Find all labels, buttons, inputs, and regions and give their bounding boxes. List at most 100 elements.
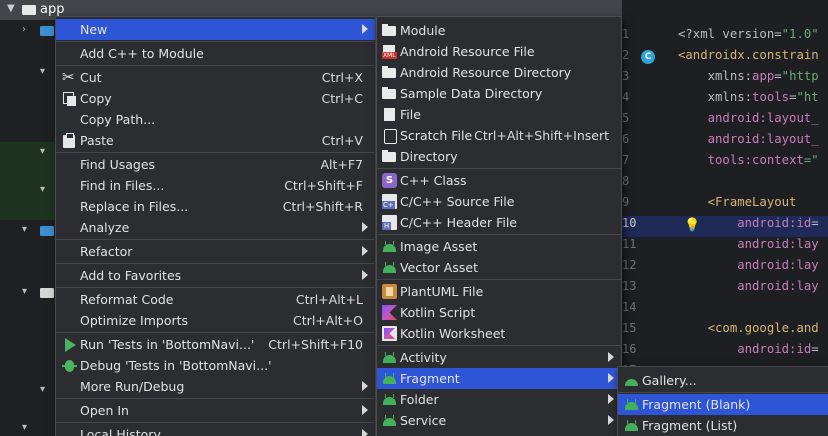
code-token: <com.google.and bbox=[678, 321, 819, 335]
menu-item-label: Fragment (List) bbox=[642, 418, 738, 433]
file-icon bbox=[382, 107, 397, 122]
menu-item-label: Find in Files... bbox=[80, 178, 165, 193]
menu-item-open-in[interactable]: Open In bbox=[56, 400, 375, 421]
expand-arrow-icon[interactable]: ▾ bbox=[40, 384, 45, 395]
menu-item-folder[interactable]: Folder bbox=[377, 389, 621, 410]
menu-item-paste[interactable]: Paste Ctrl+V bbox=[56, 130, 375, 151]
menu-item-cut[interactable]: ✂ Cut Ctrl+X bbox=[56, 67, 375, 88]
expand-arrow-icon[interactable]: ▾ bbox=[22, 224, 27, 235]
line-number: 1 bbox=[622, 27, 630, 41]
collapse-arrow-icon[interactable]: › bbox=[22, 24, 26, 35]
menu-item-analyze[interactable]: Analyze bbox=[56, 217, 375, 238]
gallery-icon bbox=[624, 373, 639, 388]
menu-item-activity[interactable]: Activity bbox=[377, 347, 621, 368]
menu-item-fragment[interactable]: Fragment bbox=[377, 368, 621, 389]
menu-item-run-tests[interactable]: Run 'Tests in 'BottomNavi...' Ctrl+Shift+… bbox=[56, 334, 375, 355]
expand-arrow-icon[interactable]: ▾ bbox=[22, 286, 27, 297]
code-token: tools: bbox=[678, 153, 753, 167]
menu-item-ui-component[interactable]: UI Component bbox=[377, 431, 621, 436]
menu-item-label: Image Asset bbox=[400, 239, 478, 254]
code-token: <androidx.constrain bbox=[678, 48, 819, 62]
module-folder-icon bbox=[22, 5, 36, 15]
menu-item-directory[interactable]: Directory bbox=[377, 146, 621, 167]
menu-item-replace-in-files[interactable]: Replace in Files... Ctrl+Shift+R bbox=[56, 196, 375, 217]
cut-icon: ✂ bbox=[62, 68, 75, 86]
expand-arrow-icon[interactable]: ▼ bbox=[7, 3, 15, 14]
menu-item-label: Fragment bbox=[400, 371, 460, 386]
menu-item-file[interactable]: File bbox=[377, 104, 621, 125]
menu-item-shortcut: Ctrl+Shift+F10 bbox=[268, 337, 363, 352]
menu-item-find-in-files[interactable]: Find in Files... Ctrl+Shift+F bbox=[56, 175, 375, 196]
code-token: android: bbox=[678, 111, 767, 125]
menu-item-optimize-imports[interactable]: Optimize Imports Ctrl+Alt+O bbox=[56, 310, 375, 331]
menu-item-kotlin-script[interactable]: Kotlin Script bbox=[377, 302, 621, 323]
menu-item-debug-tests[interactable]: Debug 'Tests in 'BottomNavi...' bbox=[56, 355, 375, 376]
menu-item-reformat-code[interactable]: Reformat Code Ctrl+Alt+L bbox=[56, 289, 375, 310]
code-line: <androidx.constrain bbox=[678, 48, 819, 62]
code-line: android:id= bbox=[678, 342, 818, 356]
menu-item-cpp-source-file[interactable]: C/C++ Source File bbox=[377, 191, 621, 212]
menu-item-refactor[interactable]: Refactor bbox=[56, 241, 375, 262]
menu-item-cpp-header-file[interactable]: C/C++ Header File bbox=[377, 212, 621, 233]
code-line: android:layout_ bbox=[678, 132, 819, 146]
menu-separator bbox=[56, 41, 375, 42]
fragment-submenu: Gallery... Fragment (Blank) Fragment (List… bbox=[617, 366, 828, 436]
menu-item-add-to-favorites[interactable]: Add to Favorites bbox=[56, 265, 375, 286]
menu-item-find-usages[interactable]: Find Usages Alt+F7 bbox=[56, 154, 375, 175]
line-number: 10 bbox=[622, 216, 637, 230]
menu-item-module[interactable]: Module bbox=[377, 20, 621, 41]
expand-arrow-icon[interactable]: ▾ bbox=[40, 66, 45, 77]
expand-arrow-icon[interactable]: ▾ bbox=[40, 184, 45, 195]
menu-item-label: Kotlin Script bbox=[400, 305, 476, 320]
menu-item-more-run-debug[interactable]: More Run/Debug bbox=[56, 376, 375, 397]
menu-item-android-resource-directory[interactable]: Android Resource Directory bbox=[377, 62, 621, 83]
code-token: xmlns: bbox=[678, 90, 753, 104]
menu-item-label: Debug 'Tests in 'BottomNavi...' bbox=[80, 358, 272, 373]
c-file-icon bbox=[382, 194, 397, 209]
menu-item-fragment-list[interactable]: Fragment (List) bbox=[618, 415, 828, 436]
menu-separator bbox=[377, 279, 621, 280]
expand-arrow-icon[interactable]: ▾ bbox=[40, 146, 45, 157]
menu-item-fragment-blank[interactable]: Fragment (Blank) bbox=[618, 394, 828, 415]
code-token: <FrameLayout bbox=[678, 195, 797, 209]
menu-item-image-asset[interactable]: Image Asset bbox=[377, 236, 621, 257]
code-line: android:lay bbox=[678, 279, 818, 293]
code-token: id bbox=[796, 216, 812, 230]
menu-separator bbox=[56, 239, 375, 240]
menu-item-cpp-class[interactable]: S C++ Class bbox=[377, 170, 621, 191]
submenu-arrow-icon bbox=[608, 373, 614, 383]
scratch-icon bbox=[382, 128, 397, 144]
menu-separator bbox=[56, 152, 375, 153]
menu-item-copy[interactable]: Copy Ctrl+C bbox=[56, 88, 375, 109]
menu-item-service[interactable]: Service bbox=[377, 410, 621, 431]
menu-item-vector-asset[interactable]: Vector Asset bbox=[377, 257, 621, 278]
menu-item-scratch-file[interactable]: Scratch File Ctrl+Alt+Shift+Insert bbox=[377, 125, 621, 146]
folder-icon bbox=[40, 26, 54, 36]
paste-icon bbox=[62, 133, 77, 148]
menu-item-plantuml-file[interactable]: PlantUML File bbox=[377, 281, 621, 302]
expand-arrow-icon[interactable]: ▾ bbox=[22, 422, 27, 433]
menu-separator bbox=[56, 422, 375, 423]
code-token: = bbox=[774, 69, 782, 83]
menu-separator bbox=[56, 398, 375, 399]
menu-item-sample-data-directory[interactable]: Sample Data Directory bbox=[377, 83, 621, 104]
submenu-arrow-icon bbox=[362, 222, 368, 232]
menu-item-label: Android Resource File bbox=[400, 44, 535, 59]
menu-item-shortcut: Ctrl+Alt+L bbox=[295, 292, 363, 307]
class-badge-icon[interactable]: C bbox=[641, 50, 655, 64]
menu-item-android-resource-file[interactable]: Android Resource File bbox=[377, 41, 621, 62]
menu-item-kotlin-worksheet[interactable]: Kotlin Worksheet bbox=[377, 323, 621, 344]
menu-item-copy-path[interactable]: Copy Path... bbox=[56, 109, 375, 130]
submenu-arrow-icon bbox=[608, 394, 614, 404]
menu-item-shortcut: Ctrl+X bbox=[321, 70, 363, 85]
menu-item-label: C/C++ Header File bbox=[400, 215, 517, 230]
menu-item-local-history[interactable]: Local History bbox=[56, 424, 375, 436]
menu-item-gallery[interactable]: Gallery... bbox=[618, 370, 828, 391]
menu-item-add-cpp-to-module[interactable]: Add C++ to Module bbox=[56, 43, 375, 64]
code-token: android: bbox=[678, 216, 797, 230]
line-number: 4 bbox=[622, 90, 630, 104]
menu-item-new[interactable]: New bbox=[56, 19, 375, 40]
code-line: android:lay bbox=[678, 258, 818, 272]
menu-item-label: Sample Data Directory bbox=[400, 86, 543, 101]
menu-item-label: Reformat Code bbox=[80, 292, 174, 307]
